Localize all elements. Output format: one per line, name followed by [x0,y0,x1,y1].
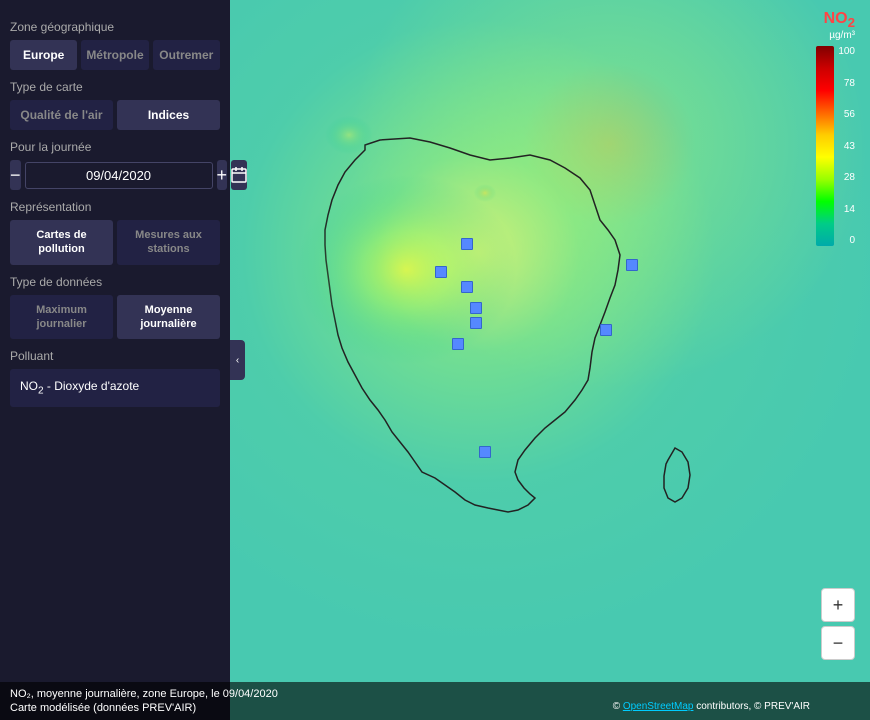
zoom-out-button[interactable]: − [821,626,855,660]
legend-labels: 100 78 56 43 28 14 0 [834,46,855,246]
polluant-button[interactable]: NO2 - Dioxyde d'azote [10,369,220,406]
legend-43: 43 [838,141,855,152]
collapse-icon: ‹ [236,355,239,366]
zone-group: Europe Métropole Outremer [10,40,220,70]
type-carte-group: Qualité de l'air Indices [10,100,220,130]
zone-metropole-button[interactable]: Métropole [81,40,148,70]
indices-button[interactable]: Indices [117,100,220,130]
station-4[interactable] [470,302,482,314]
type-carte-label: Type de carte [10,80,220,94]
calendar-button[interactable] [231,160,247,190]
openstreetmap-link[interactable]: OpenStreetMap [623,701,694,712]
zoom-in-button[interactable]: + [821,588,855,622]
legend-0: 0 [838,235,855,246]
station-2[interactable] [435,266,447,278]
legend-100: 100 [838,46,855,57]
zone-outremer-button[interactable]: Outremer [153,40,220,70]
status-bar: NO₂, moyenne journalière, zone Europe, l… [0,682,870,720]
legend: NO2 µg/m³ 100 78 56 43 28 14 0 [816,10,855,246]
legend-pollutant: NO2 [824,10,855,27]
moyenne-journaliere-button[interactable]: Moyennejournalière [117,295,220,340]
legend-gradient [816,46,834,246]
date-row: − + [10,160,220,190]
attribution: © OpenStreetMap contributors, © PREV'AIR [613,701,810,712]
calendar-icon [231,167,247,183]
legend-78: 78 [838,78,855,89]
legend-unit: µg/m³ [816,30,855,41]
legend-56: 56 [838,109,855,120]
zone-label: Zone géographique [10,20,220,34]
journee-label: Pour la journée [10,140,220,154]
mesures-stations-button[interactable]: Mesures auxstations [117,220,220,265]
station-8[interactable] [600,324,612,336]
date-minus-button[interactable]: − [10,160,21,190]
representation-label: Représentation [10,200,220,214]
donnees-group: Maximumjournalier Moyennejournalière [10,295,220,340]
date-plus-button[interactable]: + [217,160,228,190]
sidebar: Zone géographique Europe Métropole Outre… [0,0,230,720]
polluant-label: Polluant [10,349,220,363]
sidebar-collapse-button[interactable]: ‹ [230,340,245,380]
cartes-pollution-button[interactable]: Cartes depollution [10,220,113,265]
date-input[interactable] [25,162,213,189]
qualite-air-button[interactable]: Qualité de l'air [10,100,113,130]
zone-europe-button[interactable]: Europe [10,40,77,70]
zoom-controls: + − [821,588,855,660]
representation-group: Cartes depollution Mesures auxstations [10,220,220,265]
legend-title: NO2 [816,10,855,30]
station-7[interactable] [479,446,491,458]
station-9[interactable] [626,259,638,271]
station-3[interactable] [461,281,473,293]
status-line1: NO₂, moyenne journalière, zone Europe, l… [10,688,860,700]
legend-14: 14 [838,204,855,215]
legend-bar: 100 78 56 43 28 14 0 [816,46,855,246]
station-6[interactable] [452,338,464,350]
donnees-label: Type de données [10,275,220,289]
station-1[interactable] [461,238,473,250]
maximum-journalier-button[interactable]: Maximumjournalier [10,295,113,340]
polluant-value: NO2 - Dioxyde d'azote [20,379,139,393]
station-5[interactable] [470,317,482,329]
legend-28: 28 [838,172,855,183]
